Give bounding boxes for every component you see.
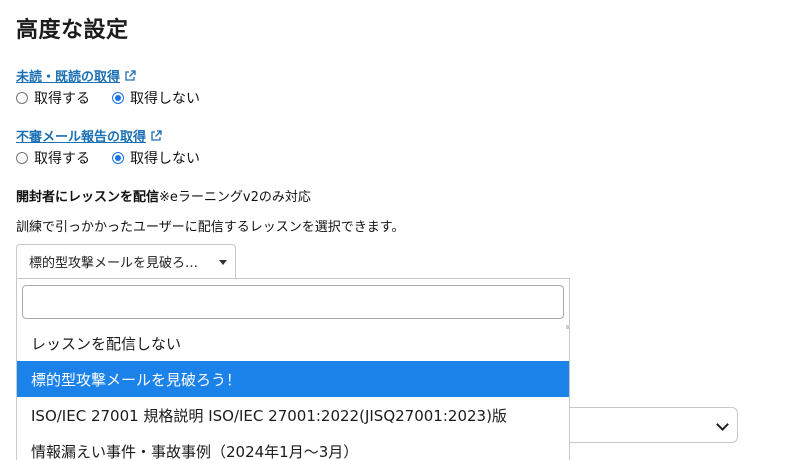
read-status-option-get[interactable]: 取得する	[16, 88, 90, 108]
suspicious-report-option-get[interactable]: 取得する	[16, 148, 90, 168]
suspicious-report-heading-link[interactable]: 不審メール報告の取得	[16, 126, 162, 145]
read-status-radio-group: 取得する 取得しない	[16, 88, 222, 108]
radio-button-checked[interactable]	[112, 152, 124, 164]
suspicious-report-option-not-get[interactable]: 取得しない	[112, 148, 200, 168]
lesson-selected-value: 標的型攻撃メールを見破ろ…	[29, 256, 199, 271]
radio-button[interactable]	[16, 92, 28, 104]
radio-label: 取得する	[34, 151, 90, 167]
external-link-icon	[125, 69, 136, 81]
caret-down-icon	[219, 260, 227, 265]
advanced-settings-page: 高度な設定 未読・既読の取得 取得する 取得しない 不審メール報告の取得 取得す…	[0, 0, 800, 460]
radio-button-checked[interactable]	[112, 92, 124, 104]
read-status-heading-label: 未読・既読の取得	[16, 70, 121, 85]
read-status-option-not-get[interactable]: 取得しない	[112, 88, 200, 108]
suspicious-report-heading-label: 不審メール報告の取得	[16, 130, 147, 145]
lesson-option[interactable]: レッスンを配信しない	[17, 325, 569, 361]
radio-label: 取得する	[34, 91, 90, 107]
lesson-option[interactable]: 情報漏えい事件・事故事例（2024年1月～3月）	[17, 433, 569, 460]
suspicious-report-radio-group: 取得する 取得しない	[16, 148, 222, 168]
chevron-down-icon	[716, 418, 729, 431]
radio-label: 取得しない	[130, 151, 200, 167]
lesson-search-input[interactable]	[22, 285, 564, 319]
lesson-label-note: ※eラーニングv2のみ対応	[159, 190, 311, 205]
lesson-option[interactable]: ISO/IEC 27001 規格説明 ISO/IEC 27001:2022(JI…	[17, 397, 569, 433]
lesson-label-bold: 開封者にレッスンを配信	[16, 190, 160, 205]
lesson-option-highlighted[interactable]: 標的型攻撃メールを見破ろう！	[17, 361, 569, 397]
lesson-dropdown: レッスンを配信しない 標的型攻撃メールを見破ろう！ ISO/IEC 27001 …	[16, 278, 570, 460]
read-status-heading-link[interactable]: 未読・既読の取得	[16, 66, 136, 85]
external-link-icon	[151, 129, 162, 141]
radio-button[interactable]	[16, 152, 28, 164]
dropdown-scrollbar[interactable]	[566, 325, 570, 329]
background-select[interactable]	[570, 407, 738, 443]
radio-label: 取得しない	[130, 91, 200, 107]
lesson-description: 訓練で引っかかったユーザーに配信するレッスンを選択できます。	[16, 220, 405, 235]
lesson-section-label: 開封者にレッスンを配信※eラーニングv2のみ対応	[16, 186, 311, 205]
lesson-select-trigger[interactable]: 標的型攻撃メールを見破ろ…	[16, 244, 236, 278]
page-title: 高度な設定	[16, 18, 129, 43]
